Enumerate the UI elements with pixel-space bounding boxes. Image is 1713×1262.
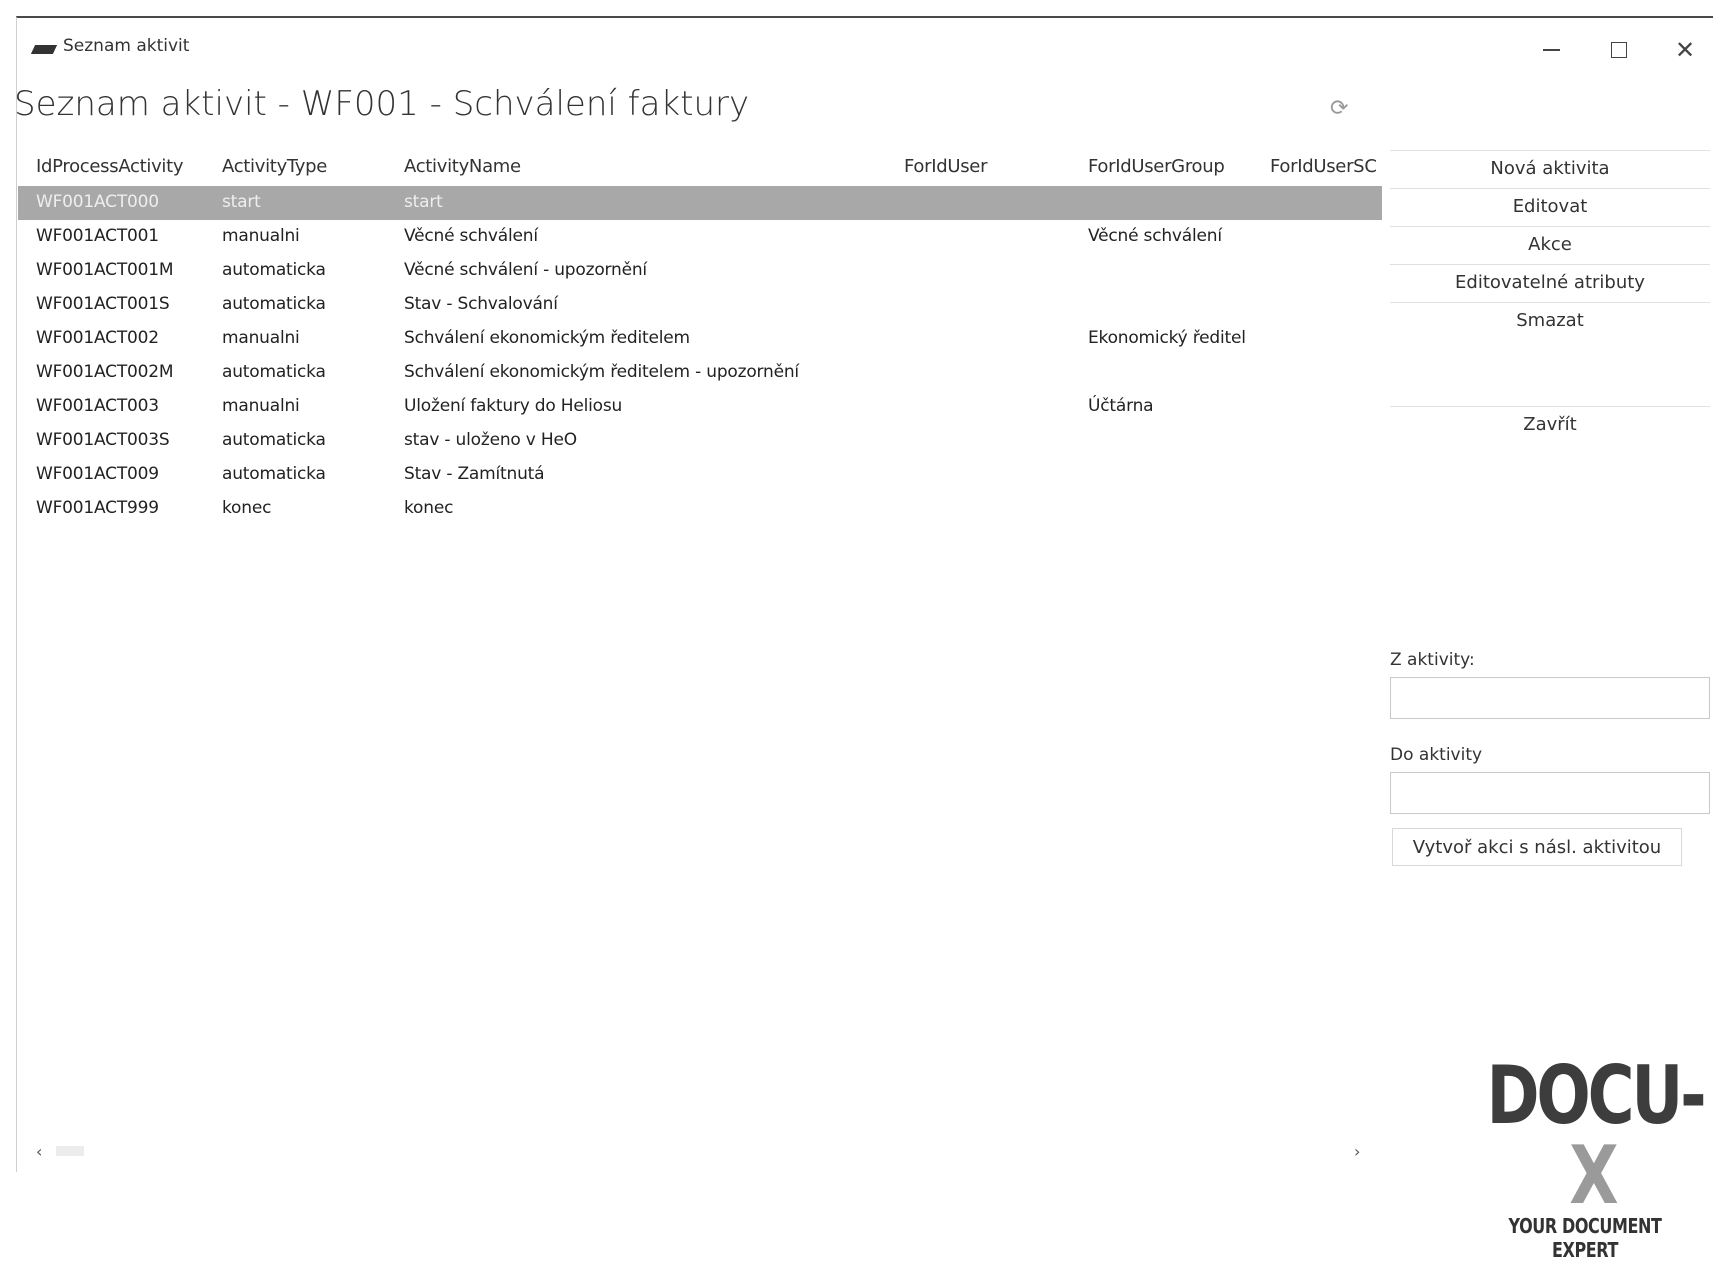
table-cell: WF001ACT003 bbox=[36, 396, 159, 416]
horizontal-scrollbar-thumb[interactable] bbox=[56, 1146, 84, 1156]
editable-attributes-button[interactable]: Editovatelné atributy bbox=[1390, 264, 1710, 300]
table-row[interactable]: WF001ACT001S automaticka Stav - Schvalován… bbox=[18, 288, 1382, 322]
table-cell: Schválení ekonomickým ředitelem bbox=[404, 328, 690, 348]
scroll-right-icon[interactable]: › bbox=[1354, 1142, 1360, 1161]
table-row[interactable]: WF001ACT000 start start bbox=[18, 186, 1382, 220]
table-row[interactable]: WF001ACT001 manualni Věcné schválení Věcné … bbox=[18, 220, 1382, 254]
minimize-icon bbox=[1542, 49, 1560, 51]
table-cell: konec bbox=[404, 498, 454, 518]
table-cell: WF001ACT999 bbox=[36, 498, 159, 518]
column-header[interactable]: ForIdUserSC bbox=[1270, 156, 1377, 177]
table-row[interactable]: WF001ACT001M automaticka Věcné schválení -… bbox=[18, 254, 1382, 288]
table-cell: start bbox=[222, 192, 261, 212]
table-row[interactable]: WF001ACT002M automaticka Schválení ekonomi… bbox=[18, 356, 1382, 390]
table-cell: Stav - Zamítnutá bbox=[404, 464, 545, 484]
table-cell: Ekonomický ředitel bbox=[1088, 328, 1246, 348]
new-activity-button[interactable]: Nová aktivita bbox=[1390, 150, 1710, 186]
table-cell: Uložení faktury do Heliosu bbox=[404, 396, 623, 416]
column-header[interactable]: ForIdUser bbox=[904, 156, 987, 177]
from-activity-label: Z aktivity: bbox=[1390, 650, 1475, 670]
to-activity-input[interactable] bbox=[1390, 772, 1710, 814]
actions-button[interactable]: Akce bbox=[1390, 226, 1710, 262]
edit-button[interactable]: Editovat bbox=[1390, 188, 1710, 224]
table-cell: konec bbox=[222, 498, 272, 518]
refresh-icon[interactable]: ⟳ bbox=[1330, 96, 1348, 121]
table-cell: start bbox=[404, 192, 443, 212]
minimize-button[interactable] bbox=[1523, 30, 1579, 70]
create-action-button[interactable]: Vytvoř akci s násl. aktivitou bbox=[1392, 828, 1682, 866]
table-cell: Věcné schválení - upozornění bbox=[404, 260, 647, 280]
maximize-icon bbox=[1611, 42, 1627, 58]
table-row[interactable]: WF001ACT003 manualni Uložení faktury do He… bbox=[18, 390, 1382, 424]
table-row[interactable]: WF001ACT999 konec konec bbox=[18, 492, 1382, 526]
table-cell: WF001ACT000 bbox=[36, 192, 159, 212]
table-cell: Účtárna bbox=[1088, 396, 1154, 416]
table-cell: WF001ACT001 bbox=[36, 226, 159, 246]
table-cell: WF001ACT001S bbox=[36, 294, 170, 314]
table-cell: manualni bbox=[222, 328, 300, 348]
activity-grid: IdProcessActivity ActivityType ActivityN… bbox=[18, 150, 1382, 1145]
table-cell: automaticka bbox=[222, 362, 326, 382]
grid-header: IdProcessActivity ActivityType ActivityN… bbox=[18, 150, 1382, 186]
table-cell: Stav - Schvalování bbox=[404, 294, 558, 314]
table-row[interactable]: WF001ACT003S automaticka stav - uloženo v … bbox=[18, 424, 1382, 458]
table-cell: WF001ACT009 bbox=[36, 464, 159, 484]
title-bar[interactable]: Seznam aktivit ✕ bbox=[17, 18, 1713, 74]
close-icon: ✕ bbox=[1674, 36, 1696, 64]
from-activity-input[interactable] bbox=[1390, 677, 1710, 719]
table-cell: WF001ACT003S bbox=[36, 430, 170, 450]
table-cell: automaticka bbox=[222, 294, 326, 314]
close-window-button[interactable]: ✕ bbox=[1657, 30, 1713, 70]
table-cell: automaticka bbox=[222, 430, 326, 450]
app-icon bbox=[30, 45, 58, 54]
table-cell: WF001ACT001M bbox=[36, 260, 174, 280]
table-row[interactable]: WF001ACT009 automaticka Stav - Zamítnutá bbox=[18, 458, 1382, 492]
table-cell: stav - uloženo v HeO bbox=[404, 430, 577, 450]
column-header[interactable]: ForIdUserGroup bbox=[1088, 156, 1225, 177]
column-header[interactable]: ActivityType bbox=[222, 156, 327, 177]
table-cell: Věcné schválení bbox=[404, 226, 538, 246]
table-cell: manualni bbox=[222, 396, 300, 416]
column-header[interactable]: ActivityName bbox=[404, 156, 521, 177]
docu-x-logo: DOCU-X YOUR DOCUMENT EXPERT bbox=[1460, 1056, 1710, 1262]
table-cell: WF001ACT002M bbox=[36, 362, 174, 382]
table-row[interactable]: WF001ACT002 manualni Schválení ekonomickým… bbox=[18, 322, 1382, 356]
logo-accent-text: X bbox=[1569, 1129, 1618, 1222]
maximize-button[interactable] bbox=[1591, 30, 1647, 70]
logo-tagline: YOUR DOCUMENT EXPERT bbox=[1508, 1214, 1662, 1262]
scroll-left-icon[interactable]: ‹ bbox=[36, 1142, 42, 1161]
table-cell: Schválení ekonomickým ředitelem - upozor… bbox=[404, 362, 799, 382]
column-header[interactable]: IdProcessActivity bbox=[36, 156, 184, 177]
table-cell: manualni bbox=[222, 226, 300, 246]
table-cell: WF001ACT002 bbox=[36, 328, 159, 348]
page-title: Seznam aktivit - WF001 - Schválení faktu… bbox=[14, 84, 750, 124]
close-button[interactable]: Zavřít bbox=[1390, 406, 1710, 442]
to-activity-label: Do aktivity bbox=[1390, 745, 1483, 765]
delete-button[interactable]: Smazat bbox=[1390, 302, 1710, 338]
table-cell: automaticka bbox=[222, 464, 326, 484]
table-cell: automaticka bbox=[222, 260, 326, 280]
window-title: Seznam aktivit bbox=[63, 36, 190, 56]
logo-wordmark: DOCU-X bbox=[1486, 1056, 1701, 1216]
table-cell: Věcné schválení bbox=[1088, 226, 1222, 246]
